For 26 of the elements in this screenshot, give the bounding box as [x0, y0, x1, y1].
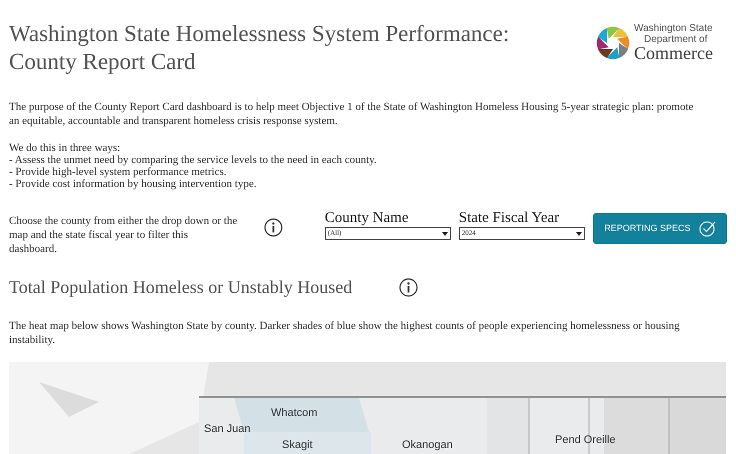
section-paragraph: The heat map below shows Washington State by county. Darker shades of blue show the highest counts of people experiencing homelessness or housing instability. — [9, 319, 681, 347]
map-label: Okanogan — [402, 439, 453, 451]
list-item: - Provide cost information by housing intervention type. — [9, 178, 258, 190]
page-title: Washington State Homelessness System Performance: County Report Card — [9, 20, 510, 76]
reporting-specs-button[interactable]: REPORTING SPECS — [592, 213, 727, 244]
list-item: - Assess the unmet need by comparing the service levels to the need in each county. — [9, 154, 378, 166]
map-label: San Juan — [204, 423, 250, 435]
caret-icon — [576, 232, 582, 236]
logo-text: Department of — [643, 34, 708, 45]
map-label: Pend Oreille — [555, 434, 616, 446]
logo-text: Commerce — [634, 45, 713, 62]
info-icon[interactable] — [399, 278, 418, 296]
caret-icon — [442, 232, 448, 236]
section-title: Total Population Homeless or Unstably Housed — [9, 276, 354, 298]
filter-label: State Fiscal Year — [458, 210, 560, 227]
ways-heading: We do this in three ways: — [9, 142, 122, 154]
list-item: - Provide high-level system performance metrics. — [9, 166, 228, 178]
check-circle-icon — [698, 220, 716, 237]
map-label: Whatcom — [271, 407, 318, 419]
info-icon[interactable] — [264, 218, 283, 237]
intro-paragraph: The purpose of the County Report Card dashboard is to help meet Objective 1 of the State of Washington Homeless Housing 5-year strategic plan: promote an equitable, accountable and transparent homeless crisis response system. — [9, 100, 694, 128]
logo-text: Washington State — [634, 23, 713, 34]
map-label: Skagit — [282, 439, 313, 451]
logo-icon — [596, 26, 630, 60]
filter-label: County Name — [324, 210, 410, 227]
filter-help-text: Choose the county from either the drop down or the map and the state fiscal year to filter this dashboard. — [9, 214, 238, 256]
